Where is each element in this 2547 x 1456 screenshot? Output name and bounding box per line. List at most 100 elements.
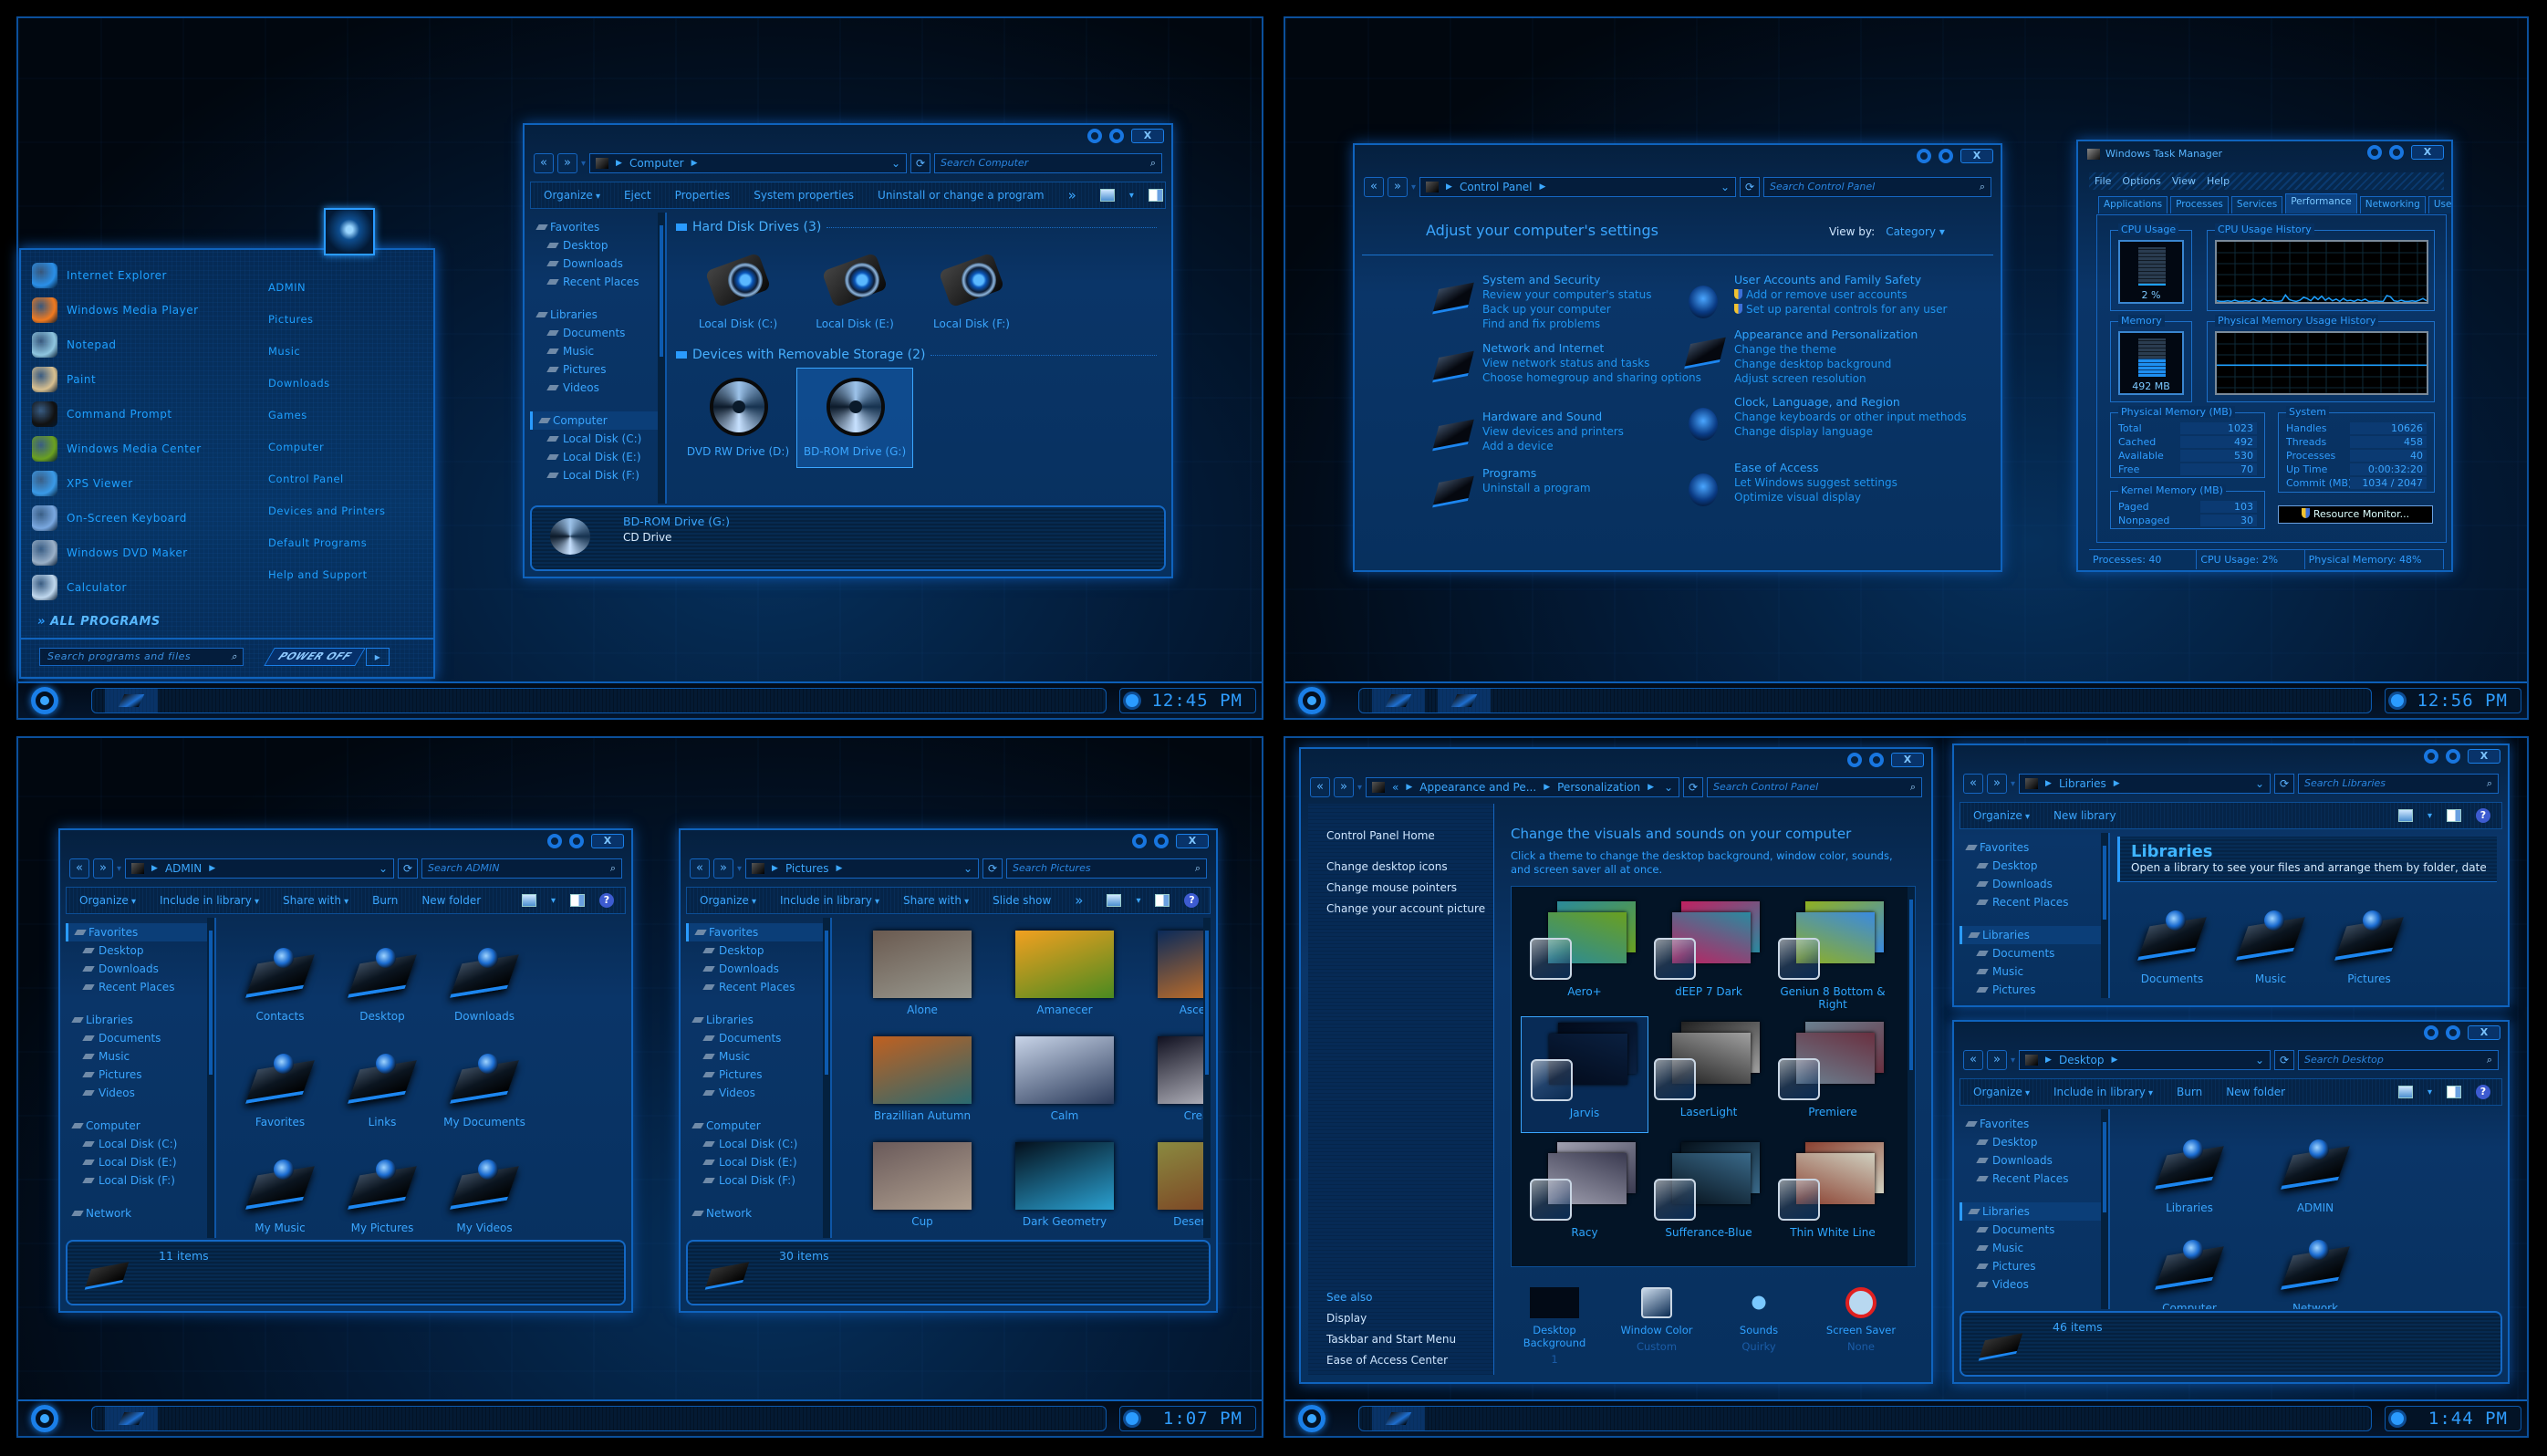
address-dropdown-icon[interactable]: ⌄ — [891, 157, 900, 170]
picture-item[interactable]: Dark Geometry — [996, 1142, 1133, 1238]
folder-item[interactable]: My Music — [229, 1144, 331, 1238]
folder-item[interactable]: Contacts — [229, 932, 331, 1038]
folder-item[interactable]: Favorites — [229, 1038, 331, 1144]
see-also-link[interactable]: Taskbar and Start Menu — [1326, 1333, 1456, 1346]
folder-item[interactable]: Links — [331, 1038, 433, 1144]
power-options-arrow-icon[interactable]: ▸ — [366, 648, 390, 666]
category-task-link[interactable]: Uninstall a program — [1482, 481, 1710, 495]
nav-scrollbar[interactable] — [2101, 833, 2108, 998]
category-task-link[interactable]: Back up your computer — [1482, 302, 1710, 317]
folder-item[interactable]: Network — [2252, 1224, 2378, 1309]
back-button[interactable]: « — [690, 858, 710, 879]
start-orb-button[interactable] — [31, 687, 58, 714]
recent-pages-dropdown-icon[interactable]: ▾ — [737, 864, 742, 874]
category-title-link[interactable]: Ease of Access — [1734, 461, 1980, 475]
search-input[interactable]: Search Pictures ⌕ — [1006, 858, 1207, 879]
category-task-link[interactable]: Optimize visual display — [1734, 490, 1980, 504]
drive-item[interactable]: Local Disk (E:) — [796, 240, 913, 340]
nav-item[interactable]: Libraries — [686, 1011, 830, 1029]
view-dropdown-icon[interactable]: ▾ — [551, 896, 556, 906]
nav-scrollbar[interactable] — [658, 213, 665, 504]
address-dropdown-icon[interactable]: ⌄ — [963, 862, 972, 875]
drive-item[interactable]: BD-ROM Drive (G:) — [796, 368, 913, 468]
start-place-item[interactable]: ADMIN — [268, 281, 306, 294]
more-commands-icon[interactable]: » — [1068, 187, 1076, 203]
close-button[interactable]: X — [1960, 149, 1993, 163]
nav-item[interactable]: Network — [66, 1204, 214, 1222]
folder-item[interactable]: My Pictures — [331, 1144, 433, 1238]
see-also-link[interactable]: Display — [1326, 1312, 1367, 1325]
start-program-item[interactable]: XPS Viewer — [32, 469, 133, 498]
maximize-button[interactable] — [1109, 129, 1124, 143]
breadcrumb-segment[interactable]: Desktop — [2059, 1054, 2105, 1066]
address-bar[interactable]: ▶ Libraries ▶ ⌄ — [2019, 774, 2271, 794]
category-task-link[interactable]: View network status and tasks — [1482, 356, 1710, 370]
nav-item[interactable]: Computer — [530, 411, 665, 430]
theme-item[interactable]: Racy — [1521, 1137, 1648, 1253]
tab-services[interactable]: Services — [2230, 196, 2283, 213]
personalize-option[interactable]: Sounds Quirky — [1708, 1287, 1810, 1353]
theme-item[interactable]: Aero+ — [1521, 896, 1648, 1013]
picture-item[interactable]: Ascension — [1138, 931, 1211, 1031]
toolbar-button[interactable]: New library — [2053, 809, 2116, 822]
nav-item[interactable]: Documents — [66, 1029, 214, 1047]
nav-item[interactable]: Libraries — [66, 1011, 214, 1029]
drive-item[interactable]: Local Disk (F:) — [913, 240, 1030, 340]
nav-item[interactable]: Downloads — [530, 255, 665, 273]
folder-item[interactable]: ADMIN — [2252, 1124, 2378, 1224]
category-title-link[interactable]: Hardware and Sound — [1482, 410, 1710, 424]
nav-item[interactable]: Computer — [686, 1117, 830, 1135]
address-dropdown-icon[interactable]: ⌄ — [1721, 181, 1730, 193]
nav-item[interactable]: Downloads — [1960, 1151, 2108, 1170]
start-program-item[interactable]: Command Prompt — [32, 400, 172, 429]
search-input[interactable]: Search Control Panel ⌕ — [1707, 777, 1922, 797]
nav-item[interactable]: Recent Places — [530, 273, 665, 291]
maximize-button[interactable] — [1939, 149, 1953, 163]
toolbar-button[interactable]: Organize ▾ — [1973, 1086, 2030, 1098]
category-title-link[interactable]: User Accounts and Family Safety — [1734, 273, 1980, 287]
minimize-button[interactable] — [1087, 129, 1102, 143]
refresh-button[interactable]: ⟳ — [1740, 177, 1760, 197]
more-commands-icon[interactable]: » — [1075, 892, 1083, 909]
taskbar-clock[interactable]: 1:44 PM — [2385, 1406, 2521, 1431]
preview-pane-icon[interactable] — [2447, 1086, 2461, 1098]
tab-performance[interactable]: Performance — [2285, 193, 2357, 213]
minimize-button[interactable] — [2367, 145, 2382, 160]
change-view-icon[interactable] — [521, 894, 536, 907]
tab-networking[interactable]: Networking — [2359, 196, 2426, 213]
nav-item[interactable]: Music — [686, 1047, 830, 1066]
preview-pane-icon[interactable] — [2447, 809, 2461, 822]
toolbar-button[interactable]: Slide show — [993, 894, 1051, 907]
tab-processes[interactable]: Processes — [2170, 196, 2229, 213]
nav-item[interactable]: Music — [1960, 962, 2108, 981]
folder-item[interactable]: Libraries — [2126, 1124, 2252, 1224]
forward-button[interactable]: » — [557, 153, 577, 173]
start-program-item[interactable]: Windows Media Player — [32, 296, 199, 325]
breadcrumb-segment[interactable]: Libraries — [2059, 777, 2106, 790]
theme-item[interactable]: Geniun 8 Bottom & Right — [1769, 896, 1897, 1013]
breadcrumb-segment[interactable]: Personalization — [1557, 781, 1640, 794]
nav-item[interactable]: Music — [530, 342, 665, 360]
minimize-button[interactable] — [1847, 753, 1862, 767]
close-button[interactable]: X — [591, 834, 624, 848]
toolbar-button[interactable]: New folder — [421, 894, 481, 907]
minimize-button[interactable] — [2424, 1025, 2438, 1040]
address-bar[interactable]: ▶ Control Panel ▶ ⌄ — [1419, 177, 1736, 197]
address-dropdown-icon[interactable]: ⌄ — [2255, 777, 2264, 790]
menu-item[interactable]: File — [2095, 172, 2111, 190]
nav-scrollbar[interactable] — [2101, 1109, 2108, 1309]
address-bar[interactable]: ▶ ADMIN ▶ ⌄ — [125, 858, 394, 879]
close-button[interactable]: X — [1176, 834, 1209, 848]
back-button[interactable]: « — [1364, 177, 1384, 197]
close-button[interactable]: X — [1131, 129, 1164, 143]
start-program-item[interactable]: Windows DVD Maker — [32, 538, 188, 567]
breadcrumb-segment[interactable]: Computer — [629, 157, 684, 170]
menu-item[interactable]: View — [2172, 172, 2196, 190]
theme-item[interactable]: Premiere — [1769, 1016, 1897, 1133]
nav-item[interactable]: Libraries — [1960, 1202, 2108, 1221]
folder-item[interactable]: Documents — [2123, 895, 2221, 995]
forward-button[interactable]: » — [1987, 774, 2007, 794]
breadcrumb-segment[interactable]: ADMIN — [165, 862, 202, 875]
toolbar-button[interactable]: Include in library ▾ — [2053, 1086, 2153, 1098]
category-title-link[interactable]: Programs — [1482, 466, 1710, 481]
